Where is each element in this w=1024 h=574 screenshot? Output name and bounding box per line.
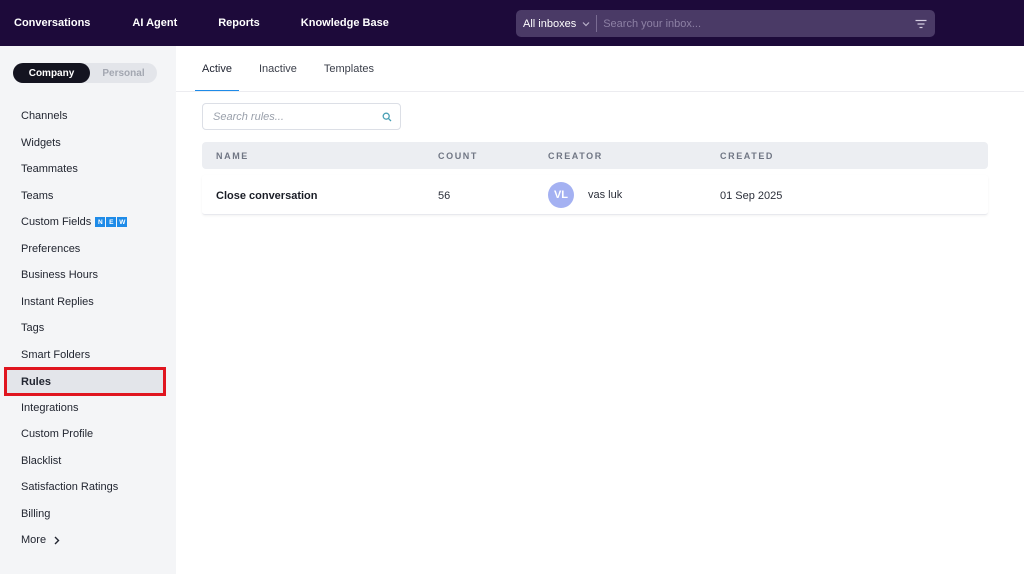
rule-name[interactable]: Close conversation xyxy=(216,190,317,202)
sidebar-item-instant-replies[interactable]: Instant Replies xyxy=(0,289,176,316)
sidebar-item-custom-profile[interactable]: Custom Profile xyxy=(0,421,176,448)
sidebar-item-widgets[interactable]: Widgets xyxy=(0,130,176,157)
sidebar-item-label: Smart Folders xyxy=(21,348,91,361)
sidebar-menu: Channels Widgets Teammates Teams Custom … xyxy=(0,103,176,554)
sidebar-item-label: Instant Replies xyxy=(21,295,94,308)
sidebar-item-teams[interactable]: Teams xyxy=(0,183,176,210)
new-badge: N E W xyxy=(95,217,128,228)
search-icon[interactable] xyxy=(374,112,400,122)
table-row[interactable]: Close conversation 56 VL vas luk 01 Sep … xyxy=(202,175,988,215)
sidebar-item-label: Billing xyxy=(21,507,51,520)
tab-templates[interactable]: Templates xyxy=(324,46,374,92)
creator-name: vas luk xyxy=(588,188,623,201)
rules-tabs: Active Inactive Templates xyxy=(195,46,401,92)
sidebar-item-label: More xyxy=(21,534,47,547)
chevron-down-icon xyxy=(582,20,590,28)
sidebar-item-rules[interactable]: Rules xyxy=(4,367,166,396)
tab-active[interactable]: Active xyxy=(195,46,239,92)
sidebar-item-custom-fields[interactable]: Custom Fields N E W xyxy=(0,209,176,236)
rule-count: 56 xyxy=(438,189,451,202)
scope-personal-button[interactable]: Personal xyxy=(90,63,157,83)
scope-toggle: Company Personal xyxy=(13,63,157,83)
new-badge-letter: W xyxy=(117,217,128,228)
sidebar-item-preferences[interactable]: Preferences xyxy=(0,236,176,263)
new-badge-letter: N xyxy=(95,217,106,228)
sidebar-item-smart-folders[interactable]: Smart Folders xyxy=(0,342,176,369)
column-header-created[interactable]: CREATED xyxy=(720,151,988,161)
column-header-creator[interactable]: CREATOR xyxy=(548,151,720,161)
tab-inactive[interactable]: Inactive xyxy=(259,46,297,92)
table-header: NAME COUNT CREATOR CREATED xyxy=(202,142,988,169)
scope-company-button[interactable]: Company xyxy=(13,63,90,83)
inbox-search-input[interactable] xyxy=(597,10,907,37)
sidebar-item-label: Integrations xyxy=(21,401,79,414)
sidebar-item-business-hours[interactable]: Business Hours xyxy=(0,262,176,289)
created-date: 01 Sep 2025 xyxy=(720,189,783,202)
settings-sidebar: Company Personal Channels Widgets Teamma… xyxy=(0,46,176,574)
filter-icon[interactable] xyxy=(907,10,935,37)
sidebar-item-label: Business Hours xyxy=(21,269,99,282)
tabs-divider xyxy=(176,91,1024,92)
sidebar-item-label: Rules xyxy=(21,375,51,388)
sidebar-item-blacklist[interactable]: Blacklist xyxy=(0,448,176,475)
nav-conversations[interactable]: Conversations xyxy=(14,17,90,29)
sidebar-item-satisfaction-ratings[interactable]: Satisfaction Ratings xyxy=(0,474,176,501)
sidebar-item-label: Custom Fields xyxy=(21,216,92,229)
sidebar-item-label: Preferences xyxy=(21,242,81,255)
sidebar-item-more[interactable]: More xyxy=(0,527,176,554)
sidebar-item-label: Custom Profile xyxy=(21,428,94,441)
sidebar-item-channels[interactable]: Channels xyxy=(0,103,176,130)
nav-knowledge-base[interactable]: Knowledge Base xyxy=(301,17,389,29)
rules-search xyxy=(202,103,401,130)
inbox-selector-label: All inboxes xyxy=(523,17,577,30)
rules-search-input[interactable] xyxy=(203,104,374,129)
sidebar-item-billing[interactable]: Billing xyxy=(0,501,176,528)
top-navigation-bar: Conversations AI Agent Reports Knowledge… xyxy=(0,0,1024,46)
column-header-count[interactable]: COUNT xyxy=(438,151,548,161)
sidebar-item-label: Blacklist xyxy=(21,454,62,467)
top-nav: Conversations AI Agent Reports Knowledge… xyxy=(0,0,389,46)
sidebar-item-tags[interactable]: Tags xyxy=(0,315,176,342)
sidebar-item-label: Widgets xyxy=(21,136,61,149)
sidebar-item-integrations[interactable]: Integrations xyxy=(0,395,176,422)
new-badge-letter: E xyxy=(106,217,117,228)
rules-main-panel: Active Inactive Templates NAME COUNT CRE… xyxy=(176,46,1024,574)
inbox-selector[interactable]: All inboxes xyxy=(516,10,596,37)
sidebar-item-label: Tags xyxy=(21,322,45,335)
sidebar-item-label: Teammates xyxy=(21,163,78,176)
sidebar-item-label: Channels xyxy=(21,110,68,123)
rules-table: NAME COUNT CREATOR CREATED Close convers… xyxy=(202,142,988,215)
avatar: VL xyxy=(548,181,574,208)
global-search: All inboxes xyxy=(516,10,935,37)
column-header-name[interactable]: NAME xyxy=(202,151,438,161)
chevron-right-icon xyxy=(54,536,60,545)
nav-reports[interactable]: Reports xyxy=(218,17,260,29)
sidebar-item-label: Satisfaction Ratings xyxy=(21,481,119,494)
sidebar-item-label: Teams xyxy=(21,189,54,202)
sidebar-item-teammates[interactable]: Teammates xyxy=(0,156,176,183)
nav-ai-agent[interactable]: AI Agent xyxy=(132,17,177,29)
